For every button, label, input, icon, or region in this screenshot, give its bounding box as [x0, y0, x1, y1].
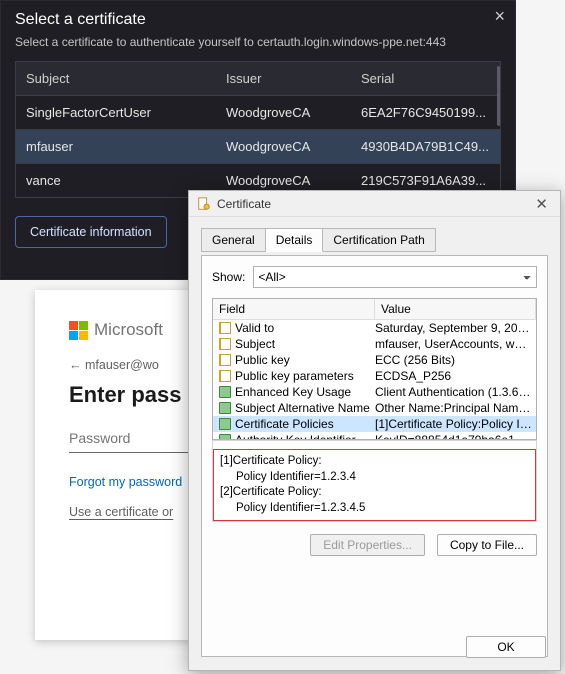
- cell-serial: 4930B4DA79B1C49...: [351, 130, 500, 163]
- field-value: [1]Certificate Policy:Policy Ide...: [375, 417, 536, 431]
- field-value: KeyID=88854d1e79ba6e1e4e: [375, 433, 536, 440]
- show-label: Show:: [212, 270, 245, 284]
- cell-serial: 6EA2F76C9450199...: [351, 96, 500, 129]
- field-row[interactable]: Subject Alternative Name Other Name:Princ…: [213, 400, 536, 416]
- table-row[interactable]: SingleFactorCertUser WoodgroveCA 6EA2F76…: [16, 95, 500, 129]
- tab-general[interactable]: General: [201, 228, 266, 252]
- window-title: Certificate: [217, 197, 271, 211]
- field-name: Valid to: [235, 321, 274, 335]
- field-name: Authority Key Identifier: [235, 433, 356, 440]
- col-issuer[interactable]: Issuer: [216, 62, 351, 95]
- field-row[interactable]: Enhanced Key Usage Client Authentication …: [213, 384, 536, 400]
- field-row[interactable]: Authority Key Identifier KeyID=88854d1e79…: [213, 432, 536, 440]
- field-row[interactable]: Certificate Policies [1]Certificate Polic…: [213, 416, 536, 432]
- dialog-subtitle: Select a certificate to authenticate you…: [15, 35, 501, 49]
- field-name: Public key: [235, 353, 290, 367]
- page-icon: [219, 338, 231, 350]
- field-header: Field Value: [213, 299, 536, 320]
- details-panel: Show: <All> Field Value Valid to Saturday…: [201, 255, 548, 657]
- field-row[interactable]: Subject mfauser, UserAccounts, wood...: [213, 336, 536, 352]
- field-value: ECDSA_P256: [375, 369, 536, 383]
- edit-properties-button: Edit Properties...: [310, 534, 425, 556]
- field-name: Subject Alternative Name: [235, 401, 370, 415]
- col-serial[interactable]: Serial: [351, 62, 500, 95]
- certificate-icon: [197, 197, 211, 211]
- field-value: Saturday, September 9, 2023 ...: [375, 321, 536, 335]
- scrollbar-thumb[interactable]: [497, 66, 500, 126]
- cell-subject: mfauser: [16, 130, 216, 163]
- field-row[interactable]: Public key ECC (256 Bits): [213, 352, 536, 368]
- field-name: Enhanced Key Usage: [235, 385, 351, 399]
- page-icon: [219, 370, 231, 382]
- field-row[interactable]: Valid to Saturday, September 9, 2023 ...: [213, 320, 536, 336]
- close-icon[interactable]: ✕: [531, 195, 552, 213]
- cell-subject: vance: [16, 164, 216, 197]
- cell-issuer: WoodgroveCA: [216, 130, 351, 163]
- table-header: Subject Issuer Serial: [16, 62, 500, 95]
- tab-details[interactable]: Details: [266, 228, 324, 252]
- cell-issuer: WoodgroveCA: [216, 96, 351, 129]
- field-value: Other Name:Principal Name=m...: [375, 401, 536, 415]
- tab-strip: General Details Certification Path: [201, 227, 548, 251]
- certificate-window: Certificate ✕ General Details Certificat…: [188, 190, 561, 671]
- col-subject[interactable]: Subject: [16, 62, 216, 95]
- field-name: Public key parameters: [235, 369, 354, 383]
- extension-icon: [219, 386, 231, 398]
- show-select[interactable]: <All>: [253, 266, 537, 288]
- copy-to-file-button[interactable]: Copy to File...: [437, 534, 537, 556]
- extension-icon: [219, 418, 231, 430]
- certificate-table: Subject Issuer Serial SingleFactorCertUs…: [15, 61, 501, 198]
- field-value: mfauser, UserAccounts, wood...: [375, 337, 536, 351]
- page-icon: [219, 354, 231, 366]
- field-row[interactable]: Public key parameters ECDSA_P256: [213, 368, 536, 384]
- field-list[interactable]: Field Value Valid to Saturday, September …: [212, 298, 537, 440]
- field-value: ECC (256 Bits): [375, 353, 536, 367]
- microsoft-logo-icon: [69, 321, 88, 340]
- field-name: Certificate Policies: [235, 417, 334, 431]
- field-value: Client Authentication (1.3.6.1....: [375, 385, 536, 399]
- col-field[interactable]: Field: [213, 299, 375, 319]
- extension-icon: [219, 402, 231, 414]
- page-icon: [219, 322, 231, 334]
- close-icon[interactable]: ×: [494, 7, 505, 25]
- cell-subject: SingleFactorCertUser: [16, 96, 216, 129]
- table-row[interactable]: mfauser WoodgroveCA 4930B4DA79B1C49...: [16, 129, 500, 163]
- brand-text: Microsoft: [94, 320, 163, 340]
- certificate-information-button[interactable]: Certificate information: [15, 216, 167, 248]
- ok-button[interactable]: OK: [466, 636, 546, 658]
- field-value-detail[interactable]: [1]Certificate Policy: Policy Identifier…: [213, 449, 536, 521]
- field-name: Subject: [235, 337, 275, 351]
- dialog-title: Select a certificate: [15, 11, 501, 29]
- tab-cert-path[interactable]: Certification Path: [323, 228, 435, 252]
- col-value[interactable]: Value: [375, 299, 536, 319]
- certificate-titlebar: Certificate ✕: [189, 191, 560, 217]
